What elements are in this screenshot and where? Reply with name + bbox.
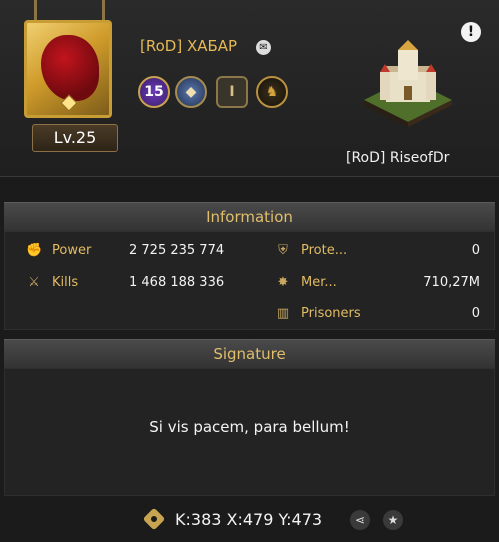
winged-emblem-icon[interactable]: ◆ bbox=[175, 76, 207, 108]
vip-badge[interactable]: 15 bbox=[138, 76, 170, 108]
crossed-swords-icon: ⚔ bbox=[28, 275, 40, 290]
mail-icon[interactable]: ✉ bbox=[256, 40, 271, 55]
avatar-art bbox=[41, 35, 99, 101]
share-icon[interactable]: ⋖ bbox=[350, 510, 370, 530]
merit-label: Mer... bbox=[301, 275, 337, 290]
power-value: 2 725 235 774 bbox=[129, 243, 225, 258]
signature-text: Si vis pacem, para bellum! bbox=[149, 418, 350, 436]
rank-badge[interactable]: I bbox=[216, 76, 248, 108]
alliance-name[interactable]: [RoD] RiseofDr bbox=[346, 150, 449, 166]
alliance-castle-icon[interactable] bbox=[362, 38, 454, 130]
avatar-hanger-right bbox=[102, 0, 105, 22]
protection-value: 0 bbox=[471, 243, 480, 258]
helmet-icon[interactable]: ♞ bbox=[256, 76, 288, 108]
location-pin-icon bbox=[142, 507, 166, 531]
signature-header: Signature bbox=[4, 339, 495, 369]
prisoners-value: 0 bbox=[471, 306, 480, 321]
player-name: [RoD] ХАБАР bbox=[140, 37, 238, 55]
favorite-star-icon[interactable]: ★ bbox=[383, 510, 403, 530]
prisoners-label: Prisoners bbox=[301, 306, 361, 321]
fist-icon: ✊ bbox=[26, 243, 43, 258]
spiked-shield-icon: ✸ bbox=[277, 275, 289, 290]
merit-value: 710,27M bbox=[423, 275, 480, 290]
kills-value: 1 468 188 336 bbox=[129, 275, 225, 290]
avatar-hanger-left bbox=[34, 0, 37, 22]
prison-icon: ▥ bbox=[276, 306, 290, 321]
location-coordinates[interactable]: K:383 X:479 Y:473 bbox=[175, 510, 322, 529]
shield-icon: ⛨ bbox=[278, 243, 288, 258]
info-alert-icon[interactable]: ! bbox=[461, 22, 481, 42]
location-bar: K:383 X:479 Y:473 ⋖ ★ bbox=[0, 506, 499, 536]
kills-label: Kills bbox=[52, 275, 79, 290]
player-avatar[interactable] bbox=[24, 20, 112, 118]
player-level: Lv.25 bbox=[32, 124, 118, 152]
protection-label: Prote... bbox=[301, 243, 348, 258]
power-label: Power bbox=[52, 243, 92, 258]
information-header: Information bbox=[4, 202, 495, 232]
